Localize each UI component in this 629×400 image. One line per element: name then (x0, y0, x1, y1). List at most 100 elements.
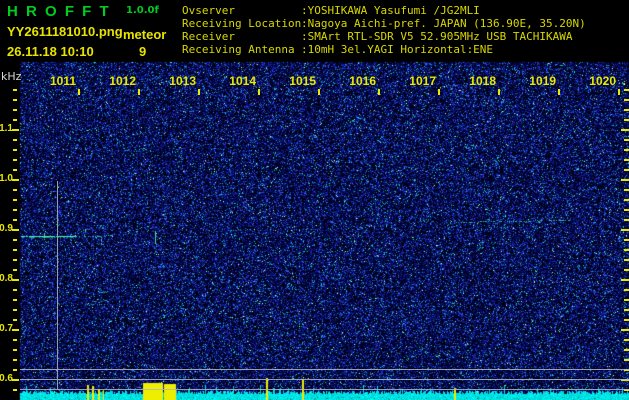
x-tick (138, 89, 140, 95)
info-label: Receiving Location (182, 17, 301, 30)
y-minor-tick-right (624, 239, 629, 241)
y-minor-tick-left (13, 369, 17, 371)
y-minor-tick-right (624, 349, 629, 351)
info-row-receiver: Receiver :SMArt RTL-SDR V5 52.905MHz USB… (182, 30, 629, 43)
x-tick (498, 89, 500, 95)
mode-label: meteor (123, 27, 167, 42)
x-tick-label: 1019 (529, 74, 556, 88)
app-title: H R O F F T (7, 3, 111, 20)
y-minor-tick-right (624, 149, 629, 151)
y-minor-tick-right (624, 139, 629, 141)
y-minor-tick-left (13, 299, 17, 301)
y-minor-tick-right (624, 159, 629, 161)
y-minor-tick-left (13, 269, 17, 271)
x-tick-label: 1014 (229, 74, 256, 88)
y-major-tick-right (621, 179, 629, 181)
y-minor-tick-right (624, 319, 629, 321)
info-label: Ovserver (182, 4, 235, 17)
x-tick (558, 89, 560, 95)
x-tick-label: 1013 (169, 74, 196, 88)
x-tick-label: 1015 (289, 74, 316, 88)
x-tick (438, 89, 440, 95)
y-minor-tick-right (624, 189, 629, 191)
level-line (20, 389, 629, 390)
y-minor-tick-left (13, 149, 17, 151)
x-tick-label: 1016 (349, 74, 376, 88)
hrofft-window: { "header": { "title": "H R O F F T", "v… (0, 0, 629, 400)
y-minor-tick-right (624, 99, 629, 101)
y-major-tick-right (621, 279, 629, 281)
y-minor-tick-left (13, 389, 17, 391)
y-minor-tick-left (13, 339, 17, 341)
y-minor-tick-left (13, 319, 17, 321)
y-minor-tick-left (13, 99, 17, 101)
plot-overlay: H R O F F T 1.0.0f YY2611181010.png mete… (0, 0, 629, 400)
y-minor-tick-right (624, 89, 629, 91)
x-tick-label: 1011 (49, 74, 76, 88)
info-row-observer: Ovserver :YOSHIKAWA Yasufumi /JG2MLI (182, 4, 629, 17)
time-cursor-line (57, 181, 58, 390)
y-major-tick-right (621, 229, 629, 231)
y-minor-tick-right (624, 199, 629, 201)
y-minor-tick-right (624, 209, 629, 211)
y-minor-tick-right (624, 109, 629, 111)
x-tick-label: 1012 (109, 74, 136, 88)
y-minor-tick-left (13, 139, 17, 141)
y-minor-tick-left (13, 89, 17, 91)
x-axis-trailing-label: . (622, 74, 626, 88)
y-minor-tick-right (624, 359, 629, 361)
y-major-tick-right (621, 129, 629, 131)
y-major-tick-left (12, 379, 19, 381)
y-major-tick-left (12, 329, 19, 331)
y-minor-tick-left (13, 169, 17, 171)
y-minor-tick-right (624, 309, 629, 311)
info-value: :10mH 3el.YAGI Horizontal:ENE (301, 43, 494, 56)
output-filename: YY2611181010.png (7, 24, 123, 39)
x-tick (258, 89, 260, 95)
x-tick (78, 89, 80, 95)
y-minor-tick-right (624, 119, 629, 121)
y-major-tick-right (621, 329, 629, 331)
x-tick-label: 1018 (469, 74, 496, 88)
y-minor-tick-left (13, 119, 17, 121)
y-major-tick-left (12, 229, 19, 231)
y-minor-tick-right (624, 169, 629, 171)
datetime-label: 26.11.18 10:10 (7, 44, 94, 59)
y-minor-tick-right (624, 249, 629, 251)
x-tick-label: 1017 (409, 74, 436, 88)
y-major-tick-left (12, 129, 19, 131)
y-minor-tick-right (624, 339, 629, 341)
info-value: :Nagoya Aichi-pref. JAPAN (136.90E, 35.2… (301, 17, 586, 30)
station-info-block: Ovserver :YOSHIKAWA Yasufumi /JG2MLI Rec… (182, 4, 629, 56)
x-tick-label: 1020 (589, 74, 616, 88)
x-tick (618, 89, 620, 95)
y-minor-tick-right (624, 259, 629, 261)
y-minor-tick-right (624, 219, 629, 221)
y-minor-tick-left (13, 189, 17, 191)
y-minor-tick-left (13, 199, 17, 201)
info-row-antenna: Receiving Antenna :10mH 3el.YAGI Horizon… (182, 43, 629, 56)
info-label: Receiver (182, 30, 235, 43)
info-row-location: Receiving Location :Nagoya Aichi-pref. J… (182, 17, 629, 30)
y-major-tick-left (12, 279, 19, 281)
y-minor-tick-left (13, 359, 17, 361)
y-minor-tick-left (13, 289, 17, 291)
x-tick (198, 89, 200, 95)
info-label: Receiving Antenna (182, 43, 295, 56)
y-minor-tick-left (13, 249, 17, 251)
y-major-tick-left (12, 179, 19, 181)
y-minor-tick-right (624, 269, 629, 271)
y-minor-tick-left (13, 209, 17, 211)
app-version: 1.0.0f (126, 5, 159, 16)
level-line (20, 379, 629, 380)
y-minor-tick-left (13, 349, 17, 351)
y-minor-tick-right (624, 299, 629, 301)
level-line (20, 369, 629, 370)
y-minor-tick-left (13, 259, 17, 261)
minute-count: 9 (139, 44, 147, 59)
info-value: :YOSHIKAWA Yasufumi /JG2MLI (301, 4, 480, 17)
x-tick (378, 89, 380, 95)
y-minor-tick-left (13, 109, 17, 111)
y-minor-tick-left (13, 159, 17, 161)
y-minor-tick-left (13, 239, 17, 241)
